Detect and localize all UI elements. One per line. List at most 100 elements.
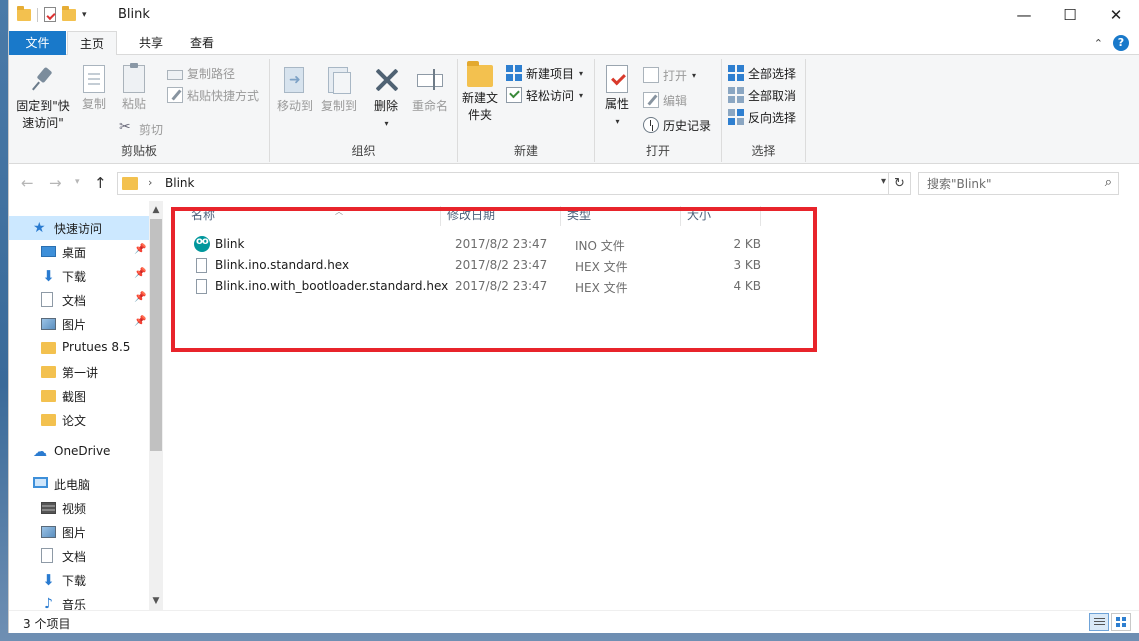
videos-icon xyxy=(41,502,56,514)
nav-item-papers[interactable]: 论文 xyxy=(9,408,149,432)
column-header-size[interactable]: 大小 xyxy=(681,206,761,226)
cut-button[interactable]: 剪切 xyxy=(119,119,163,139)
nav-item-desktop[interactable]: 桌面 📌 xyxy=(9,240,149,264)
tab-view[interactable]: 查看 xyxy=(176,31,228,55)
up-arrow-icon[interactable]: ↑ xyxy=(94,174,107,192)
properties-icon[interactable] xyxy=(44,7,56,22)
folder-icon xyxy=(41,342,56,354)
new-folder-button[interactable]: 新建文件夹 xyxy=(460,61,500,124)
close-button[interactable]: ✕ xyxy=(1093,0,1139,30)
pin-quick-access-button[interactable]: 固定到"快速访问" xyxy=(13,65,75,132)
paste-label: 粘贴 xyxy=(121,97,146,111)
address-bar[interactable]: › Blink ▾ ↻ xyxy=(117,172,911,195)
move-to-button[interactable]: 移动到 xyxy=(274,65,316,115)
copy-path-button[interactable]: 复制路径 xyxy=(167,63,235,83)
file-date: 2017/8/2 23:47 xyxy=(455,279,548,293)
select-all-button[interactable]: 全部选择 xyxy=(728,63,796,83)
nav-item-pictures[interactable]: 图片 📌 xyxy=(9,312,149,336)
back-arrow-icon[interactable]: ← xyxy=(21,174,34,192)
new-group: 新建文件夹 新建项目 ▾ 轻松访问 ▾ 新建 xyxy=(458,59,595,162)
copy-button[interactable]: 复制 xyxy=(77,65,111,113)
pin-icon[interactable]: 📌 xyxy=(134,316,146,327)
nav-quick-access[interactable]: ★ 快速访问 xyxy=(9,216,149,240)
cloud-icon: ☁ xyxy=(33,444,47,460)
pin-icon[interactable]: 📌 xyxy=(134,268,146,279)
nav-item-downloads[interactable]: ⬇ 下载 📌 xyxy=(9,264,149,288)
window-controls: — ☐ ✕ xyxy=(1001,0,1139,30)
delete-button[interactable]: 删除 ▾ xyxy=(370,65,402,132)
file-row[interactable]: Blink.ino.standard.hex 2017/8/2 23:47 HE… xyxy=(185,255,785,276)
nav-item-pc-downloads[interactable]: ⬇ 下载 xyxy=(9,568,149,592)
file-row[interactable]: Blink.ino.with_bootloader.standard.hex 2… xyxy=(185,276,785,297)
organize-group: 移动到 复制到 删除 ▾ 重命名 组织 xyxy=(270,59,458,162)
new-item-button[interactable]: 新建项目 ▾ xyxy=(506,63,583,83)
nav-scrollbar[interactable]: ▲ ▼ xyxy=(149,201,163,610)
properties-dropdown-icon[interactable]: ▾ xyxy=(602,113,633,130)
qat-dropdown-icon[interactable]: ▾ xyxy=(82,10,92,20)
column-header-name[interactable]: 名称 ︿ xyxy=(185,206,441,226)
pin-icon[interactable]: 📌 xyxy=(134,244,146,255)
search-input[interactable] xyxy=(919,173,1089,194)
copy-to-label: 复制到 xyxy=(320,99,357,113)
nav-label: 下载 xyxy=(62,574,87,588)
tab-share[interactable]: 共享 xyxy=(125,31,177,55)
documents-icon xyxy=(41,548,53,563)
open-button[interactable]: 打开 ▾ xyxy=(643,65,696,85)
pin-icon[interactable]: 📌 xyxy=(134,292,146,303)
nav-this-pc[interactable]: 此电脑 xyxy=(9,472,149,496)
nav-item-videos[interactable]: 视频 xyxy=(9,496,149,520)
paste-button[interactable]: 粘贴 xyxy=(117,63,151,113)
edit-button[interactable]: 编辑 xyxy=(643,90,687,110)
address-path[interactable]: Blink xyxy=(165,176,194,190)
column-header-type[interactable]: 类型 xyxy=(561,206,681,226)
minimize-button[interactable]: — xyxy=(1001,0,1047,30)
history-label: 历史记录 xyxy=(663,118,712,133)
nav-item-prutues[interactable]: Prutues 8.5 xyxy=(9,336,149,360)
nav-onedrive[interactable]: ☁ OneDrive xyxy=(9,440,149,464)
tab-file[interactable]: 文件 xyxy=(9,31,66,55)
collapse-ribbon-icon[interactable]: ⌃ xyxy=(1094,37,1103,50)
select-none-button[interactable]: 全部取消 xyxy=(728,85,796,105)
nav-label: OneDrive xyxy=(54,444,111,458)
nav-label: Prutues 8.5 xyxy=(62,340,131,354)
nav-item-documents[interactable]: 文档 📌 xyxy=(9,288,149,312)
easy-access-button[interactable]: 轻松访问 ▾ xyxy=(506,85,583,105)
new-group-label: 新建 xyxy=(513,144,538,158)
chevron-right-icon[interactable]: › xyxy=(148,176,152,189)
chevron-down-icon[interactable]: ▾ xyxy=(881,176,886,187)
arduino-icon xyxy=(194,236,210,252)
history-button[interactable]: 历史记录 xyxy=(643,115,711,135)
refresh-icon[interactable]: ↻ xyxy=(888,173,910,194)
nav-item-pc-pictures[interactable]: 图片 xyxy=(9,520,149,544)
folder-icon[interactable] xyxy=(17,5,31,21)
scroll-down-icon[interactable]: ▼ xyxy=(149,594,163,608)
recent-dropdown-icon[interactable]: ▾ xyxy=(75,177,80,187)
nav-item-pc-documents[interactable]: 文档 xyxy=(9,544,149,568)
copy-to-button[interactable]: 复制到 xyxy=(318,65,360,115)
organize-group-label: 组织 xyxy=(351,144,376,158)
help-icon[interactable]: ? xyxy=(1113,35,1129,51)
nav-label: 文档 xyxy=(62,550,87,564)
file-row[interactable]: Blink 2017/8/2 23:47 INO 文件 2 KB xyxy=(185,234,785,255)
nav-item-lecture-one[interactable]: 第一讲 xyxy=(9,360,149,384)
delete-dropdown-icon[interactable]: ▾ xyxy=(371,115,402,132)
maximize-button[interactable]: ☐ xyxy=(1047,0,1093,30)
new-folder-icon[interactable] xyxy=(62,5,76,21)
scroll-up-icon[interactable]: ▲ xyxy=(149,203,163,217)
invert-selection-icon xyxy=(728,109,744,125)
new-item-label: 新建项目 xyxy=(526,66,575,81)
column-type-label: 类型 xyxy=(567,208,592,222)
scrollbar-thumb[interactable] xyxy=(150,219,162,451)
properties-button[interactable]: 属性 ▾ xyxy=(601,65,633,130)
details-view-button[interactable] xyxy=(1089,613,1109,631)
paste-shortcut-button[interactable]: 粘贴快捷方式 xyxy=(167,85,259,105)
column-header-date[interactable]: 修改日期 xyxy=(441,206,561,226)
nav-item-music[interactable]: ♪ 音乐 xyxy=(9,592,149,610)
tab-home[interactable]: 主页 xyxy=(67,31,117,56)
invert-selection-button[interactable]: 反向选择 xyxy=(728,107,796,127)
large-icons-view-button[interactable] xyxy=(1111,613,1131,631)
search-icon[interactable]: ⌕ xyxy=(1105,175,1112,190)
rename-button[interactable]: 重命名 xyxy=(408,65,452,115)
forward-arrow-icon[interactable]: → xyxy=(49,174,62,192)
nav-item-screenshots[interactable]: 截图 xyxy=(9,384,149,408)
